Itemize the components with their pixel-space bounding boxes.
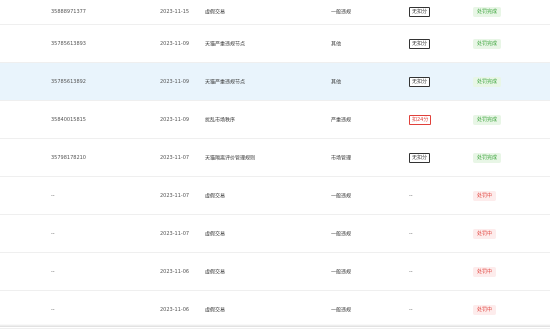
status-cell: 处罚完成: [473, 114, 502, 125]
violation-reason: 虚假交易: [205, 269, 226, 275]
status-badge: 处罚中: [473, 304, 497, 315]
score-text: --: [409, 230, 413, 237]
table-row[interactable]: 35785613892 2023-11-09 天猫严重违规节点 其他 无扣分 处罚完成: [0, 63, 550, 101]
violation-type: 其他: [331, 41, 342, 47]
record-date: 2023-11-07: [160, 192, 190, 199]
status-badge: 处罚完成: [473, 152, 502, 163]
score-badge: 扣24分: [409, 114, 432, 125]
status-cell: 处罚完成: [473, 7, 502, 17]
status-badge: 处罚完成: [473, 76, 502, 87]
score-cell: --: [409, 269, 413, 275]
table-row[interactable]: -- 2023-11-06 虚假交易 一般违规 -- 处罚中: [0, 253, 550, 291]
violation-reason: 天猫隔离评价管理规则: [205, 155, 256, 161]
record-date: 2023-11-15: [160, 9, 190, 15]
table-row[interactable]: 35888971377 2023-11-15 虚假交易 一般违规 无扣分 处罚完成: [0, 0, 550, 25]
status-cell: 处罚中: [473, 304, 497, 315]
table-row[interactable]: 35785613893 2023-11-09 天猫严重违规节点 其他 无扣分 处罚完成: [0, 25, 550, 63]
status-cell: 处罚完成: [473, 38, 502, 49]
violation-type: 一般违规: [331, 231, 352, 237]
score-cell: 扣24分: [409, 114, 432, 125]
record-date: 2023-11-09: [160, 78, 190, 85]
status-cell: 处罚中: [473, 190, 497, 201]
status-badge: 处罚中: [473, 228, 497, 239]
record-id: 35785613892: [51, 78, 86, 85]
record-id: 35840015815: [51, 116, 86, 123]
score-badge: 无扣分: [409, 152, 431, 163]
status-cell: 处罚中: [473, 228, 497, 239]
score-cell: 无扣分: [409, 38, 431, 49]
violation-reason: 天猫严重违规节点: [205, 41, 246, 47]
record-date: 2023-11-09: [160, 40, 190, 47]
score-text: --: [409, 306, 413, 313]
record-id: 35798178210: [51, 154, 86, 161]
violation-type: 其他: [331, 79, 342, 85]
score-cell: --: [409, 307, 413, 313]
table-row[interactable]: 35840015815 2023-11-09 扰乱市场秩序 严重违规 扣24分 处罚完成: [0, 101, 550, 139]
violation-reason: 虚假交易: [205, 9, 226, 16]
record-date: 2023-11-07: [160, 154, 190, 161]
score-cell: 无扣分: [409, 152, 431, 163]
violation-reason: 虚假交易: [205, 231, 226, 237]
status-badge: 处罚中: [473, 190, 497, 201]
status-badge: 处罚完成: [473, 114, 502, 125]
violation-type: 一般违规: [331, 307, 352, 313]
score-cell: 无扣分: [409, 7, 431, 17]
table-row[interactable]: -- 2023-11-07 虚假交易 一般违规 -- 处罚中: [0, 177, 550, 215]
score-cell: --: [409, 193, 413, 199]
violation-reason: 虚假交易: [205, 307, 226, 313]
status-cell: 处罚完成: [473, 76, 502, 87]
score-text: --: [409, 192, 413, 199]
violation-reason: 扰乱市场秩序: [205, 117, 236, 123]
status-badge: 处罚完成: [473, 7, 502, 17]
score-badge: 无扣分: [409, 7, 431, 17]
record-id: 35785613893: [51, 40, 86, 47]
score-cell: --: [409, 231, 413, 237]
score-cell: 无扣分: [409, 76, 431, 87]
status-cell: 处罚完成: [473, 152, 502, 163]
violation-type: 一般违规: [331, 193, 352, 199]
status-cell: 处罚中: [473, 266, 497, 277]
violation-type: 严重违规: [331, 117, 352, 123]
violation-type: 市场管理: [331, 155, 352, 161]
record-id: --: [51, 192, 55, 199]
record-date: 2023-11-09: [160, 116, 190, 123]
record-id: --: [51, 306, 55, 313]
record-id: --: [51, 268, 55, 275]
violation-reason: 虚假交易: [205, 193, 226, 199]
violations-table: 35888971377 2023-11-15 虚假交易 一般违规 无扣分 处罚完成 3578…: [0, 0, 550, 329]
violation-type: 一般违规: [331, 9, 352, 16]
status-badge: 处罚完成: [473, 38, 502, 49]
status-badge: 处罚中: [473, 266, 497, 277]
score-badge: 无扣分: [409, 76, 431, 87]
record-id: 35888971377: [51, 9, 86, 15]
table-row[interactable]: 35798178210 2023-11-07 天猫隔离评价管理规则 市场管理 无扣分 处罚…: [0, 139, 550, 177]
record-date: 2023-11-06: [160, 268, 190, 275]
score-badge: 无扣分: [409, 38, 431, 49]
violation-type: 一般违规: [331, 269, 352, 275]
violation-reason: 天猫严重违规节点: [205, 79, 246, 85]
record-date: 2023-11-06: [160, 306, 190, 313]
table-row[interactable]: -- 2023-11-07 虚假交易 一般违规 -- 处罚中: [0, 215, 550, 253]
record-date: 2023-11-07: [160, 230, 190, 237]
record-id: --: [51, 230, 55, 237]
score-text: --: [409, 268, 413, 275]
